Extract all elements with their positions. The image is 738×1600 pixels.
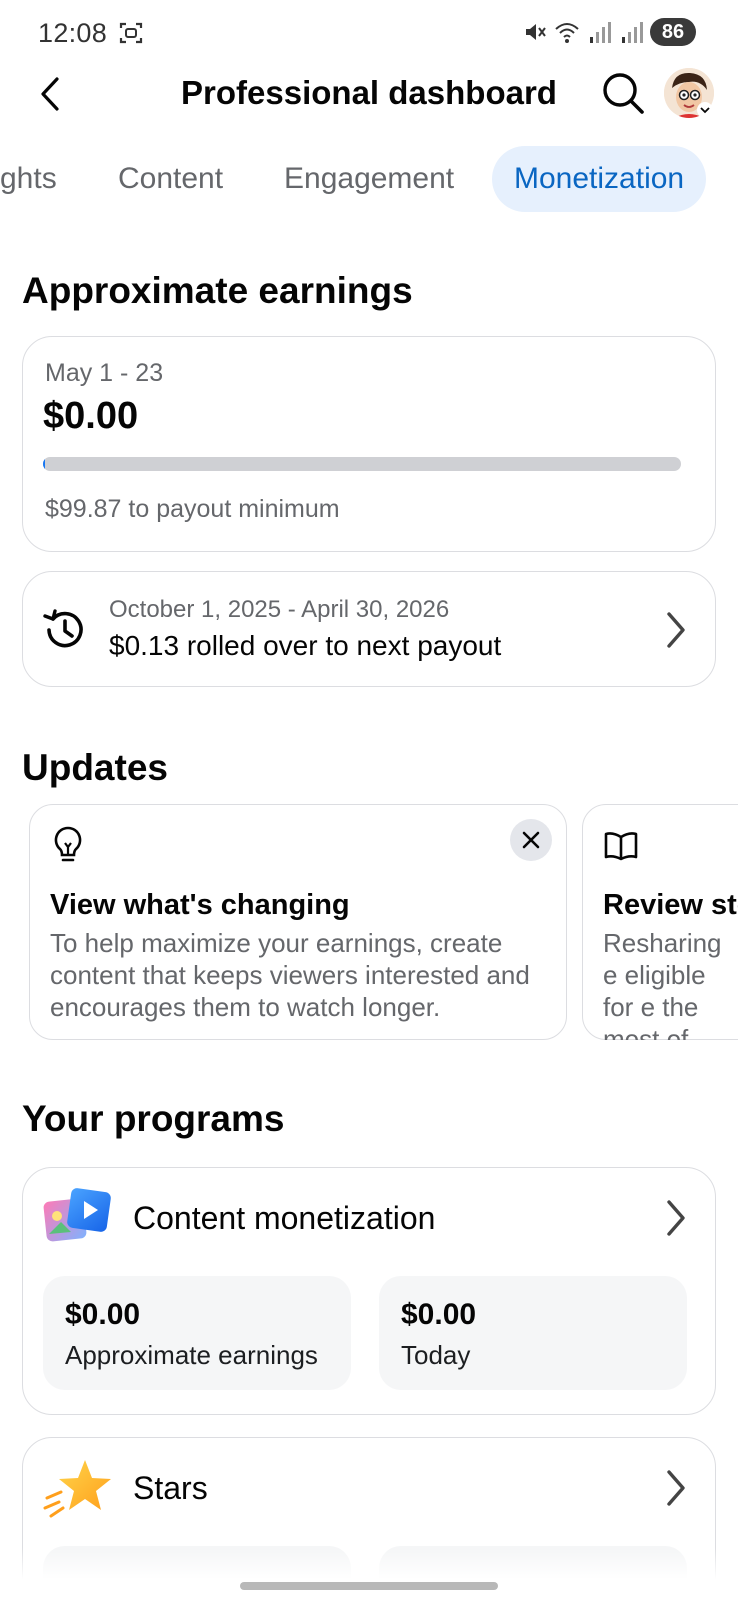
stat-label: Approximate earnings xyxy=(65,1340,318,1370)
tab-content-label: Content xyxy=(118,162,224,195)
rollover-card[interactable]: October 1, 2025 - April 30, 2026 $0.13 r… xyxy=(22,571,716,687)
screen-recorder-icon xyxy=(119,22,143,44)
rollover-text: $0.13 rolled over to next payout xyxy=(109,630,502,661)
update-body: To help maximize your earnings, create c… xyxy=(50,928,530,1022)
update-card-2[interactable]: Review sto Resharing e eligible for e th… xyxy=(582,804,738,1040)
tab-insights-label: ghts xyxy=(0,162,57,195)
program-card-content-monetization[interactable]: Content monetization $0.00 Approximate e… xyxy=(22,1167,716,1415)
close-icon xyxy=(522,831,540,849)
dismiss-button[interactable] xyxy=(510,819,552,861)
stat-today: $0.00 Today xyxy=(379,1276,687,1390)
content-monetization-icon xyxy=(43,1188,111,1242)
payout-minimum-text: $99.87 to payout minimum xyxy=(45,495,340,523)
chevron-right-icon xyxy=(667,612,685,648)
tab-monetization-label: Monetization xyxy=(514,162,685,195)
tab-bar: ghts Content Engagement Monetization xyxy=(0,146,738,214)
wifi-icon xyxy=(555,23,579,43)
stat-label: Today xyxy=(401,1340,471,1370)
earnings-amount: $0.00 xyxy=(43,395,139,437)
app-header: Professional dashboard xyxy=(0,62,738,126)
programs-heading: Your programs xyxy=(22,1098,285,1139)
lightbulb-icon xyxy=(54,826,82,862)
bottom-fade xyxy=(0,1548,738,1600)
tab-engagement[interactable]: Engagement xyxy=(284,146,454,212)
home-indicator[interactable] xyxy=(240,1582,498,1590)
status-bar: 12:08 86 xyxy=(0,0,738,70)
earnings-card: May 1 - 23 $0.00 $99.87 to payout minimu… xyxy=(22,336,716,552)
earnings-date-range: May 1 - 23 xyxy=(45,359,164,387)
search-icon[interactable] xyxy=(600,70,646,116)
star-icon xyxy=(43,1460,111,1518)
signal-icon-2 xyxy=(622,22,643,43)
update-title-2: Review sto xyxy=(603,889,738,921)
earnings-heading: Approximate earnings xyxy=(22,270,413,311)
update-card[interactable]: View what's changing To help maximize yo… xyxy=(29,804,567,1040)
update-title: View what's changing xyxy=(50,889,350,921)
stat-value: $0.00 xyxy=(401,1298,477,1331)
program-name: Stars xyxy=(133,1470,208,1506)
tab-engagement-label: Engagement xyxy=(284,162,455,195)
update-body-2-line: Resharing e eligible for e the most of xyxy=(603,928,722,1040)
status-icons: 86 xyxy=(522,18,696,46)
updates-carousel[interactable]: View what's changing To help maximize yo… xyxy=(29,804,738,1040)
chevron-right-icon xyxy=(667,1200,685,1236)
chevron-right-icon xyxy=(667,1470,685,1506)
payout-progress-bar xyxy=(43,457,681,471)
program-name: Content monetization xyxy=(133,1200,436,1236)
status-time: 12:08 xyxy=(38,18,108,48)
tab-insights[interactable]: ghts xyxy=(0,146,57,212)
chevron-down-icon[interactable] xyxy=(697,102,713,118)
rollover-date-range: October 1, 2025 - April 30, 2026 xyxy=(109,596,450,623)
stat-approximate-earnings: $0.00 Approximate earnings xyxy=(43,1276,351,1390)
stat-value: $0.00 xyxy=(65,1298,141,1331)
tab-monetization[interactable]: Monetization xyxy=(492,146,707,212)
battery-indicator: 86 xyxy=(650,18,696,46)
book-icon xyxy=(604,832,638,861)
signal-icon xyxy=(590,22,611,43)
update-body-2: Resharing e eligible for e the most of xyxy=(603,927,738,1040)
mute-icon xyxy=(526,24,546,40)
payout-progress-fill xyxy=(43,457,45,471)
history-icon xyxy=(43,609,83,648)
updates-heading: Updates xyxy=(22,747,168,788)
tab-content[interactable]: Content xyxy=(118,146,223,212)
